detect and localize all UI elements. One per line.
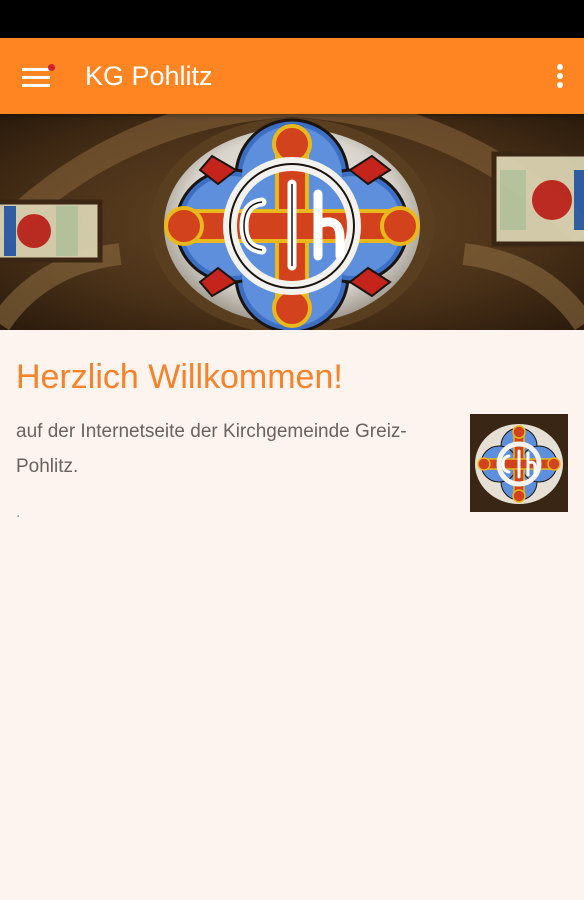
hamburger-menu-icon bbox=[22, 68, 50, 71]
navigation-menu-button[interactable] bbox=[10, 50, 62, 102]
overflow-menu-button[interactable] bbox=[548, 52, 572, 100]
app-bar: KG Pohlitz bbox=[0, 38, 584, 114]
trailing-text: . bbox=[16, 504, 21, 521]
stained-glass-thumbnail[interactable] bbox=[470, 414, 568, 512]
welcome-text: auf der Internetseite der Kirchgemeinde … bbox=[16, 421, 407, 477]
content-area: Herzlich Willkommen! auf der Internetsei… bbox=[0, 330, 584, 900]
hamburger-menu-icon-line bbox=[22, 84, 50, 87]
stained-glass-window-image bbox=[0, 114, 584, 330]
welcome-heading: Herzlich Willkommen! bbox=[16, 358, 343, 396]
more-vert-icon-dot bbox=[557, 73, 563, 79]
hamburger-menu-icon-line bbox=[22, 76, 50, 79]
thumbnail-image bbox=[470, 414, 568, 512]
app-title: KG Pohlitz bbox=[85, 61, 213, 91]
notification-dot-icon bbox=[48, 64, 55, 71]
more-vert-icon bbox=[557, 64, 563, 70]
header-image bbox=[0, 114, 584, 330]
status-bar bbox=[0, 0, 584, 38]
more-vert-icon-dot bbox=[557, 82, 563, 88]
